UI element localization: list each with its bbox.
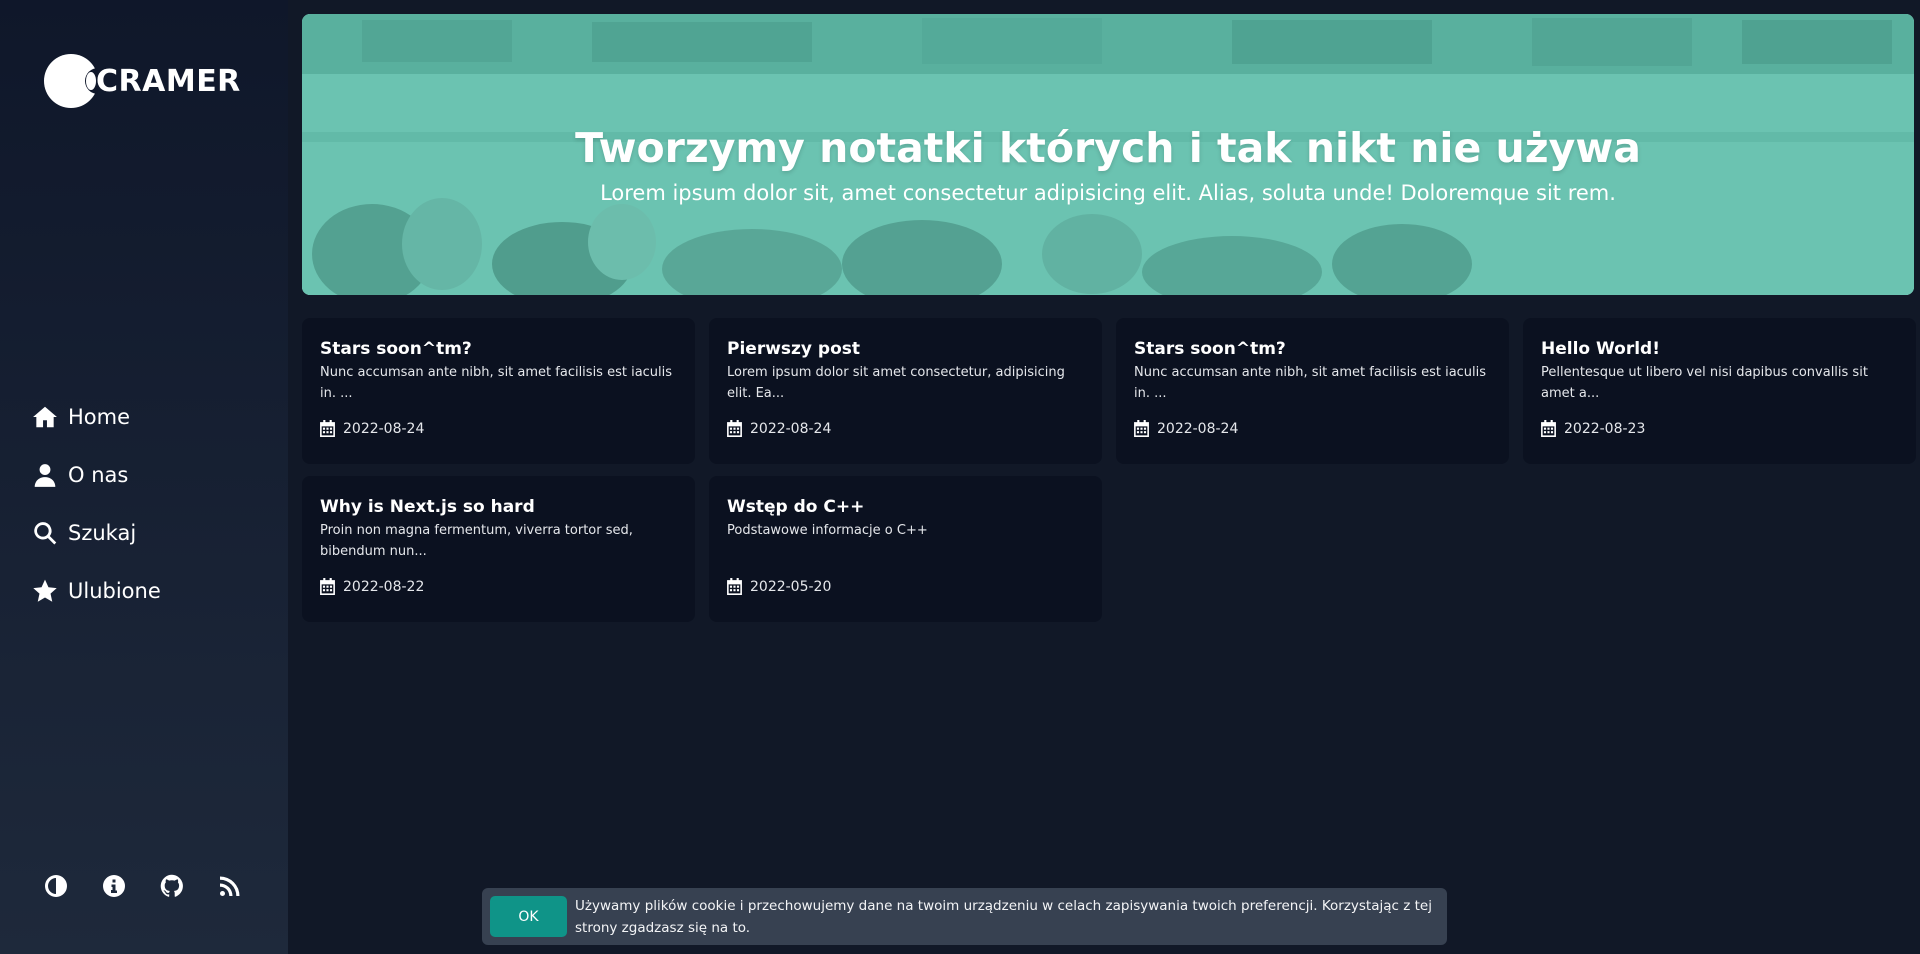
info-icon (103, 875, 125, 897)
post-date: 2022-08-22 (320, 578, 424, 595)
calendar-icon (320, 420, 335, 437)
sidebar-footer (44, 874, 242, 898)
nav-item-home[interactable]: Home (32, 388, 161, 446)
nav-item-search[interactable]: Szukaj (32, 504, 161, 562)
nav-label-favorites: Ulubione (68, 579, 161, 603)
home-icon (33, 406, 57, 428)
rss-link[interactable] (218, 874, 242, 898)
info-button[interactable] (102, 874, 126, 898)
search-icon (34, 522, 57, 545)
theme-toggle-button[interactable] (44, 874, 68, 898)
cookie-accept-button[interactable]: OK (490, 896, 567, 937)
post-date: 2022-08-23 (1541, 420, 1645, 437)
post-excerpt: Proin non magna fermentum, viverra torto… (320, 523, 633, 559)
user-icon (34, 464, 56, 487)
calendar-icon (320, 578, 335, 595)
nav-item-about[interactable]: O nas (32, 446, 161, 504)
post-date-text: 2022-08-23 (1564, 420, 1646, 437)
theme-toggle-icon (45, 875, 67, 897)
calendar-icon (727, 578, 742, 595)
sidebar: CRAMER Home O nas Szukaj Ulubione (0, 0, 288, 954)
github-link[interactable] (160, 874, 184, 898)
post-excerpt: Nunc accumsan ante nibh, sit amet facili… (320, 365, 673, 401)
nav-label-about: O nas (68, 463, 129, 487)
brand-logo[interactable]: CRAMER (44, 54, 241, 108)
post-date: 2022-05-20 (727, 578, 831, 595)
post-date: 2022-08-24 (1134, 420, 1238, 437)
post-card[interactable]: Stars soon^tm? Nunc accumsan ante nibh, … (1116, 318, 1509, 464)
post-date: 2022-08-24 (727, 420, 831, 437)
nav-item-favorites[interactable]: Ulubione (32, 562, 161, 620)
post-date-text: 2022-08-24 (1157, 420, 1239, 437)
nav-label-home: Home (68, 405, 131, 429)
post-card[interactable]: Wstęp do C++ Podstawowe informacje o C++… (709, 476, 1102, 622)
calendar-icon (1134, 420, 1149, 437)
calendar-icon (1541, 420, 1556, 437)
post-title: Why is Next.js so hard (320, 497, 535, 517)
cookie-message: Używamy plików cookie i przechowujemy da… (575, 897, 1432, 936)
hero-banner: Tworzymy notatki których i tak nikt nie … (302, 14, 1914, 295)
main-nav: Home O nas Szukaj Ulubione (32, 388, 161, 620)
nav-label-search: Szukaj (68, 521, 137, 545)
post-card[interactable]: Pierwszy post Lorem ipsum dolor sit amet… (709, 318, 1102, 464)
cookie-banner: OK Używamy plików cookie i przechowujemy… (482, 888, 1447, 945)
post-date-text: 2022-05-20 (750, 578, 832, 595)
post-excerpt: Pellentesque ut libero vel nisi dapibus … (1541, 365, 1868, 401)
post-excerpt: Nunc accumsan ante nibh, sit amet facili… (1134, 365, 1487, 401)
post-date-text: 2022-08-24 (343, 420, 425, 437)
star-icon (33, 579, 57, 602)
hero-title: Tworzymy notatki których i tak nikt nie … (575, 124, 1641, 172)
post-title: Stars soon^tm? (320, 339, 472, 359)
post-excerpt: Lorem ipsum dolor sit amet consectetur, … (727, 365, 1065, 401)
logo-mark-icon (44, 54, 98, 108)
rss-icon (220, 876, 240, 896)
post-date-text: 2022-08-24 (750, 420, 832, 437)
post-date-text: 2022-08-22 (343, 578, 425, 595)
calendar-icon (727, 420, 742, 437)
post-card[interactable]: Stars soon^tm? Nunc accumsan ante nibh, … (302, 318, 695, 464)
post-title: Pierwszy post (727, 339, 861, 359)
post-card[interactable]: Why is Next.js so hard Proin non magna f… (302, 476, 695, 622)
brand-name: CRAMER (96, 63, 241, 99)
hero-subtitle: Lorem ipsum dolor sit, amet consectetur … (600, 181, 1616, 205)
post-date: 2022-08-24 (320, 420, 424, 437)
post-card[interactable]: Hello World! Pellentesque ut libero vel … (1523, 318, 1916, 464)
post-grid: Stars soon^tm? Nunc accumsan ante nibh, … (302, 318, 1916, 622)
post-title: Wstęp do C++ (727, 497, 865, 517)
post-title: Hello World! (1541, 339, 1660, 359)
github-icon (160, 874, 183, 897)
post-title: Stars soon^tm? (1134, 339, 1286, 359)
post-excerpt: Podstawowe informacje o C++ (727, 523, 928, 538)
